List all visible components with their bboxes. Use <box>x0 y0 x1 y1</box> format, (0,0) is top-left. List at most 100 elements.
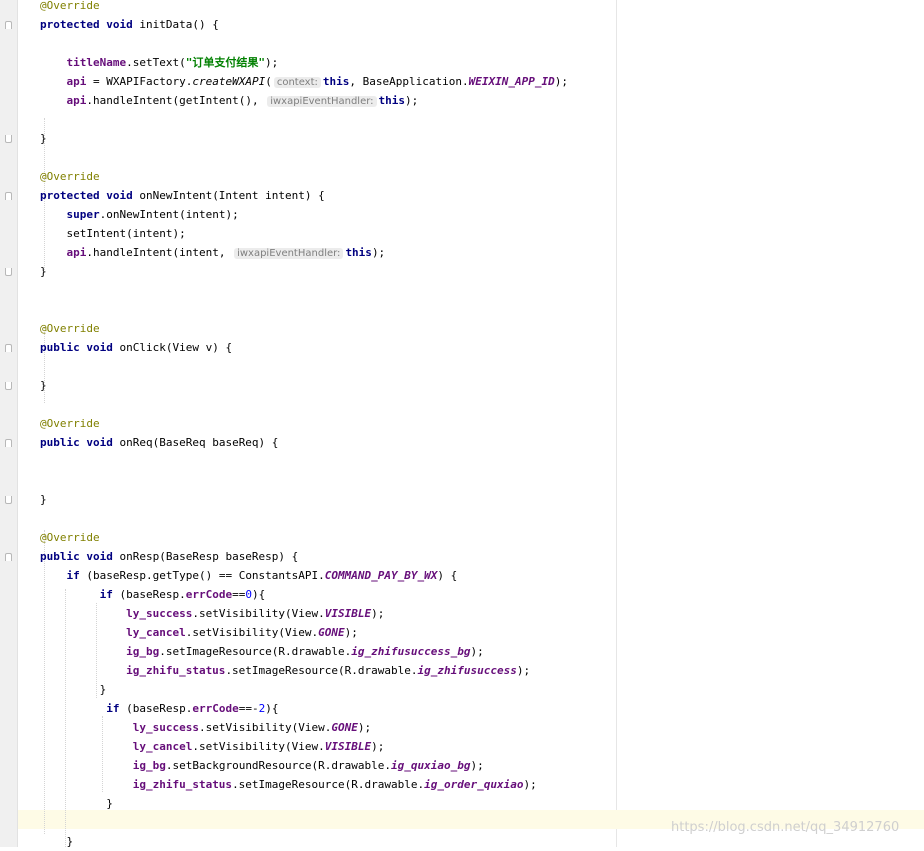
code-token: api <box>66 94 87 107</box>
code-token: (baseResp.getType() == ConstantsAPI. <box>79 569 325 582</box>
code-token: == <box>232 588 246 601</box>
code-token: ig_zhifusuccess <box>417 664 517 677</box>
code-token: (baseResp. <box>112 588 186 601</box>
fold-marker-icon[interactable] <box>5 496 12 504</box>
code-line[interactable]: } <box>40 376 47 395</box>
code-token: ); <box>344 626 358 639</box>
code-line[interactable]: @Override <box>40 167 100 186</box>
code-token: public void <box>40 550 113 563</box>
code-line[interactable]: public void onResp(BaseResp baseResp) { <box>40 547 298 566</box>
code-token: ly_success <box>126 607 193 620</box>
code-line[interactable]: ly_success.setVisibility(View.GONE); <box>40 718 371 737</box>
code-token: ); <box>470 759 484 772</box>
code-token: ) { <box>437 569 458 582</box>
fold-marker-icon[interactable] <box>5 382 12 390</box>
code-token: ); <box>371 607 385 620</box>
code-token: ly_success <box>132 721 199 734</box>
code-token: VISIBLE <box>324 740 372 753</box>
fold-marker-icon[interactable] <box>5 135 12 143</box>
code-line[interactable]: ly_cancel.setVisibility(View.GONE); <box>40 623 358 642</box>
code-token: ig_quxiao_bg <box>391 759 471 772</box>
code-line[interactable]: @Override <box>40 414 100 433</box>
code-token: ){ <box>251 588 266 601</box>
code-line[interactable]: ig_zhifu_status.setImageResource(R.drawa… <box>40 775 537 794</box>
code-line[interactable]: if (baseResp.errCode==0){ <box>40 585 266 604</box>
code-line[interactable]: ig_bg.setBackgroundResource(R.drawable.i… <box>40 756 484 775</box>
code-line[interactable]: } <box>40 680 107 699</box>
code-line[interactable]: ly_success.setVisibility(View.VISIBLE); <box>40 604 384 623</box>
code-line[interactable]: protected void onNewIntent(Intent intent… <box>40 186 325 205</box>
code-line[interactable]: } <box>40 794 113 813</box>
code-line[interactable]: @Override <box>40 319 100 338</box>
code-token: errCode <box>185 588 233 601</box>
code-editor[interactable]: @Override protected void initData() { tit… <box>0 0 924 848</box>
code-token: ); <box>405 94 419 107</box>
code-token: if <box>106 702 120 715</box>
code-token: COMMAND_PAY_BY_WX <box>324 569 438 582</box>
code-token: this <box>378 94 406 107</box>
code-line[interactable]: api.handleIntent(getIntent(), iwxapiEven… <box>40 91 418 110</box>
code-token: ly_cancel <box>126 626 186 639</box>
code-line[interactable]: } <box>40 490 47 509</box>
code-line[interactable]: ly_cancel.setVisibility(View.VISIBLE); <box>40 737 385 756</box>
fold-marker-icon[interactable] <box>5 192 12 200</box>
code-line[interactable]: api = WXAPIFactory.createWXAPI(context: t… <box>40 72 568 91</box>
right-margin-guide <box>616 0 617 847</box>
fold-marker-icon[interactable] <box>5 439 12 447</box>
code-token: this <box>345 246 372 259</box>
code-line[interactable]: api.handleIntent(intent, iwxapiEventHand… <box>40 243 385 262</box>
code-line[interactable]: titleName.setText("订单支付结果"); <box>40 53 279 72</box>
code-token: .setImageResource(R.drawable. <box>159 645 352 658</box>
code-line[interactable]: super.onNewIntent(intent); <box>40 205 239 224</box>
code-token: .handleIntent(getIntent(), <box>86 94 266 107</box>
code-token: ig_bg <box>132 759 166 772</box>
code-token: onNewIntent(Intent intent) { <box>132 189 325 202</box>
code-line[interactable]: @Override <box>40 528 100 547</box>
code-line[interactable]: public void onClick(View v) { <box>40 338 232 357</box>
code-line[interactable]: public void onReq(BaseReq baseReq) { <box>40 433 278 452</box>
code-token: ); <box>470 645 484 658</box>
code-token: api <box>66 246 87 259</box>
code-token: ig_bg <box>126 645 160 658</box>
code-line[interactable]: } <box>40 832 73 851</box>
code-token: .setText( <box>126 56 186 69</box>
code-token: ig_zhifu_status <box>126 664 226 677</box>
code-token: super <box>66 208 100 221</box>
code-token: ); <box>371 740 385 753</box>
code-line[interactable]: ig_bg.setImageResource(R.drawable.ig_zhi… <box>40 642 484 661</box>
fold-marker-icon[interactable] <box>5 344 12 352</box>
code-token: titleName <box>66 56 127 69</box>
code-line[interactable]: } <box>40 129 47 148</box>
code-token: onReq(BaseReq baseReq) { <box>112 436 279 449</box>
code-token: public void <box>40 341 113 354</box>
code-token: , BaseApplication. <box>349 75 469 88</box>
code-token: 0 <box>245 588 252 601</box>
fold-marker-icon[interactable] <box>5 553 12 561</box>
code-token: ); <box>523 778 537 791</box>
code-line[interactable]: @Override <box>40 0 100 15</box>
code-token: ); <box>357 721 372 734</box>
fold-marker-icon[interactable] <box>5 268 12 276</box>
fold-marker-icon[interactable] <box>5 21 12 29</box>
code-token: @Override <box>40 531 100 544</box>
code-line[interactable]: if (baseResp.errCode==-2){ <box>40 699 278 718</box>
code-line[interactable]: protected void initData() { <box>40 15 219 34</box>
code-line[interactable]: } <box>40 262 47 281</box>
code-token: GONE <box>318 626 345 639</box>
code-token: ig_zhifusuccess_bg <box>351 645 471 658</box>
code-line[interactable]: if (baseResp.getType() == ConstantsAPI.C… <box>40 566 458 585</box>
code-line[interactable]: setIntent(intent); <box>40 224 185 243</box>
code-token: .setVisibility(View. <box>192 740 325 753</box>
code-token: @Override <box>40 0 100 12</box>
code-token: ly_cancel <box>132 740 193 753</box>
code-line[interactable]: ig_zhifu_status.setImageResource(R.drawa… <box>40 661 530 680</box>
